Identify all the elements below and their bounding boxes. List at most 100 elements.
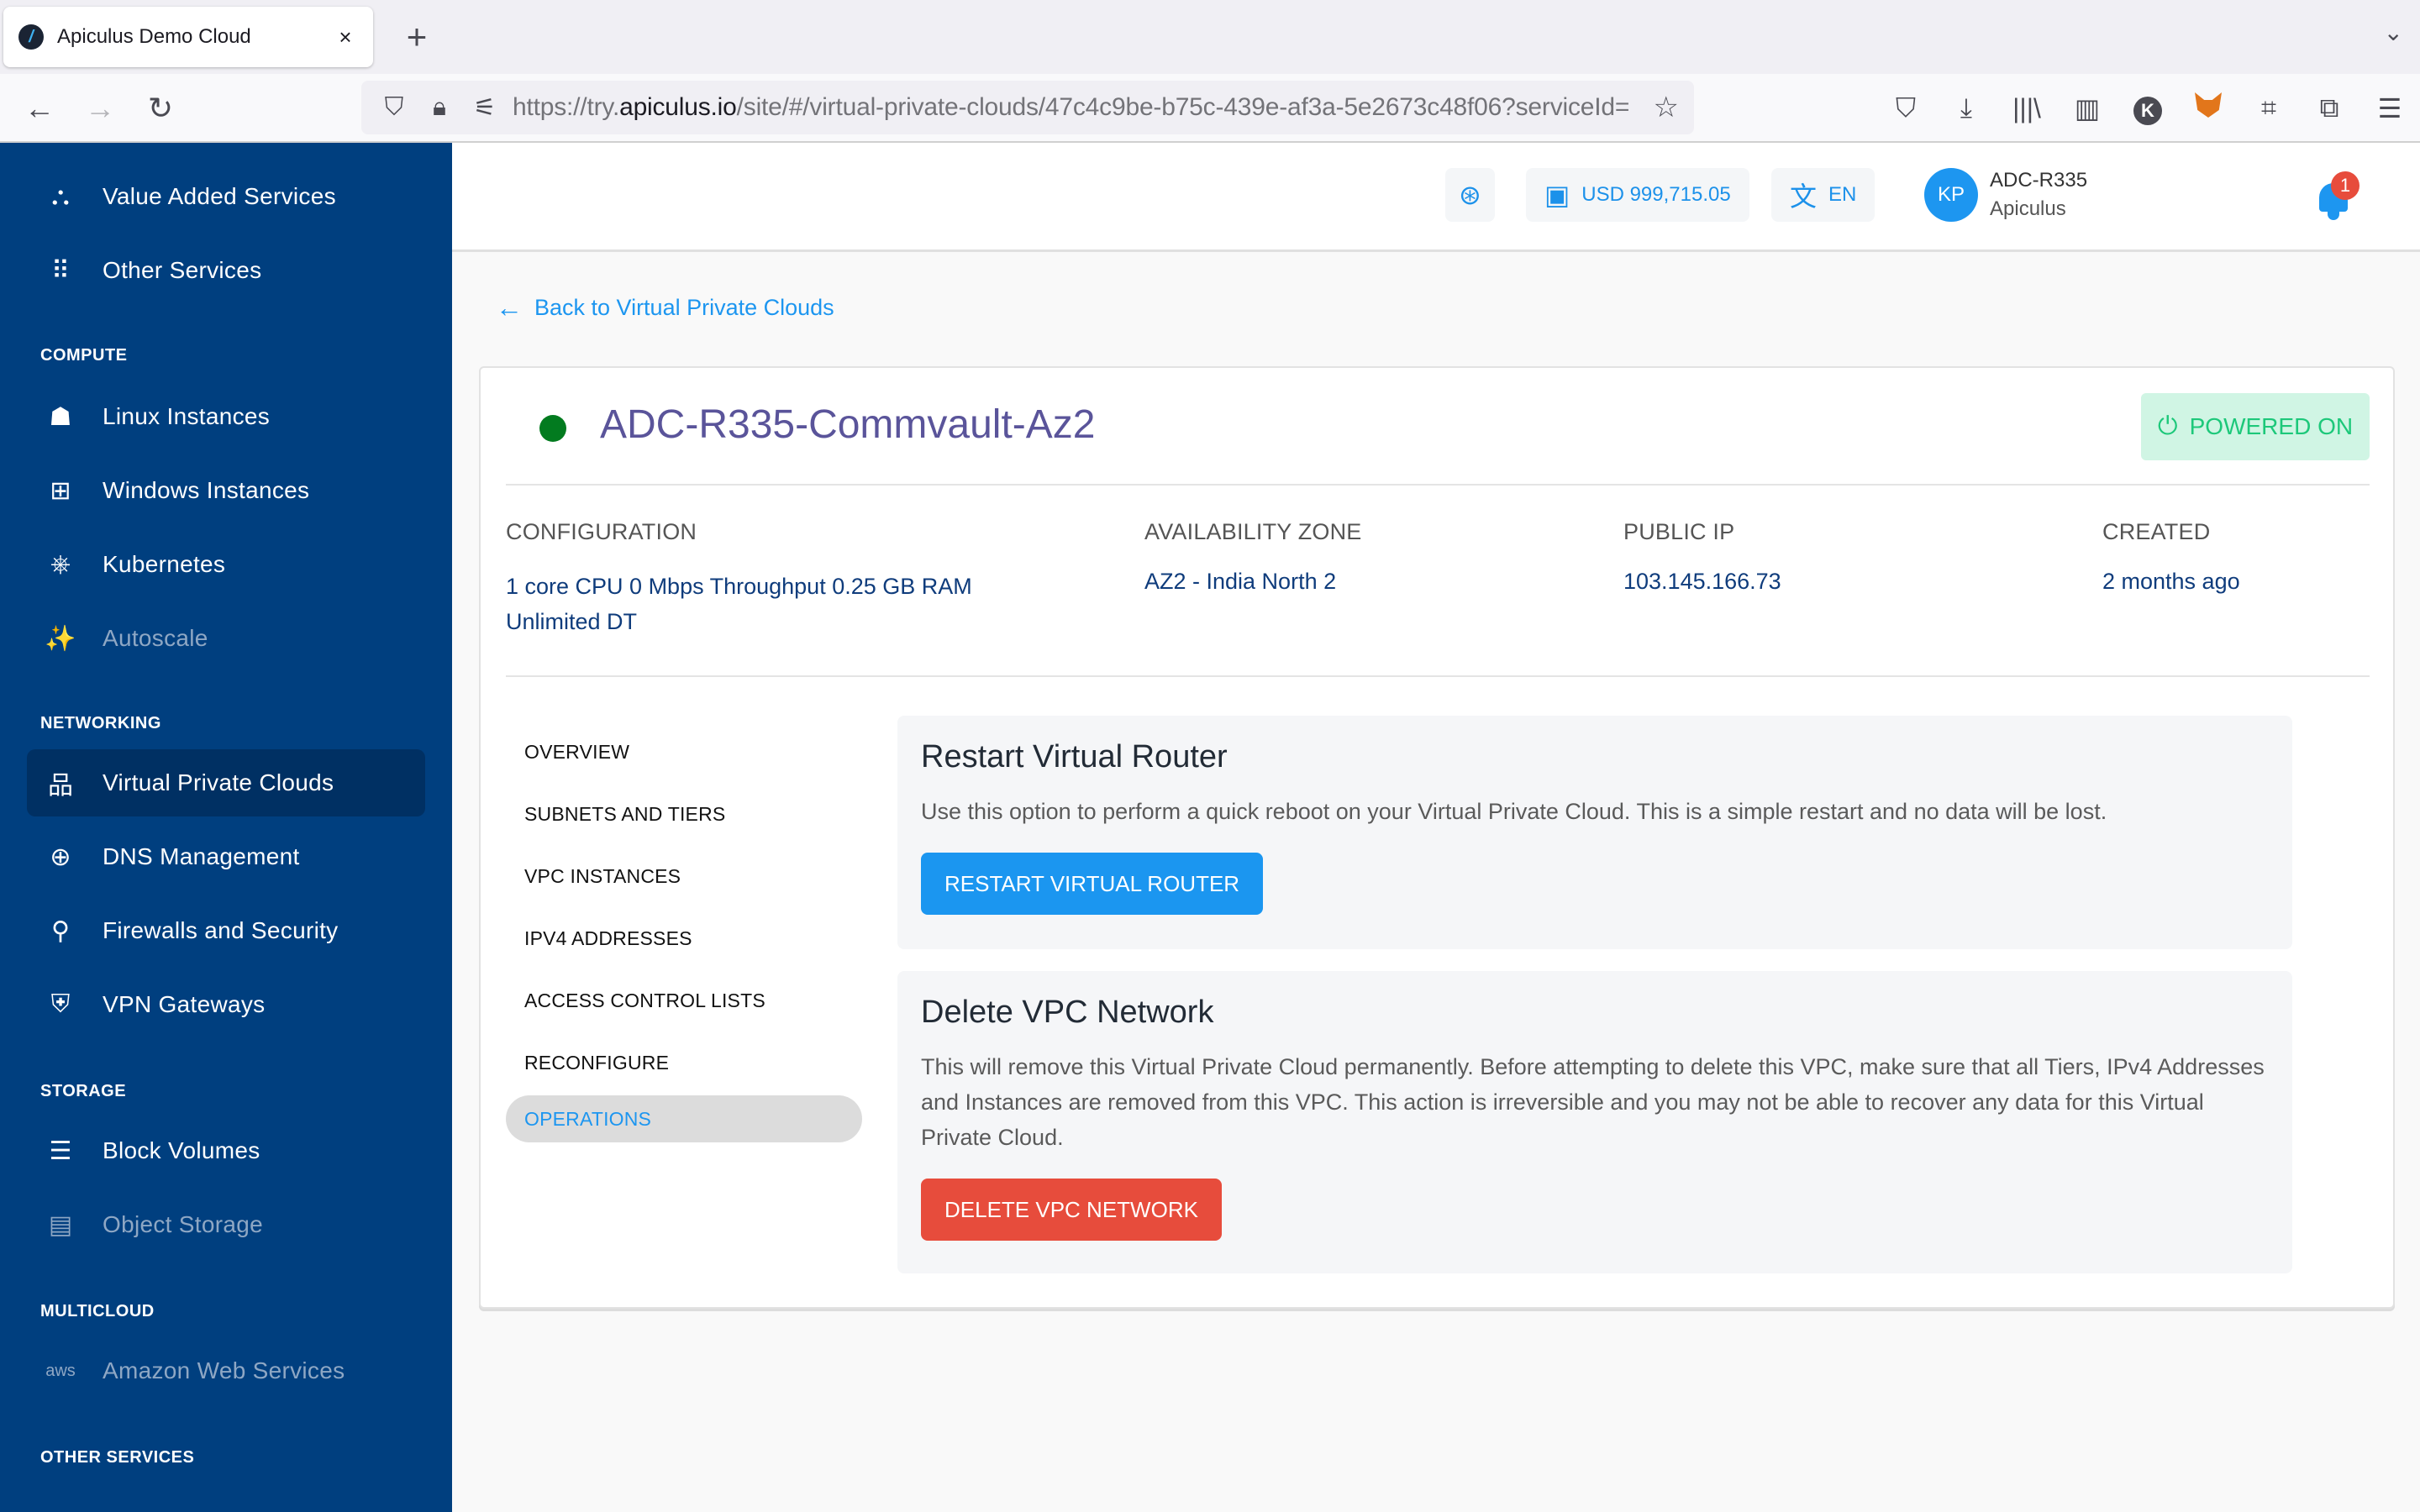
meta-value: 1 core CPU 0 Mbps Throughput 0.25 GB RAM… xyxy=(506,574,972,634)
lifebuoy-icon: ⊛ xyxy=(1459,180,1481,210)
meta-availability-zone: AVAILABILITY ZONE AZ2 - India North 2 xyxy=(1144,519,1362,599)
permissions-icon[interactable]: ⚟ xyxy=(467,93,502,123)
tab-vpc-instances[interactable]: VPC INSTANCES xyxy=(506,845,862,907)
tab-close-icon[interactable]: × xyxy=(333,24,358,50)
sidebar-item-vpn-gateways[interactable]: ⛨ VPN Gateways xyxy=(27,971,425,1038)
shield-icon: ⛨ xyxy=(50,990,71,1018)
network-icon: 品 xyxy=(48,772,73,800)
user-org: Apiculus xyxy=(1990,197,2066,220)
firewall-icon: ⚲ xyxy=(51,916,70,945)
divider xyxy=(506,484,2370,486)
top-header: ⊛ ▣ USD 999,715.05 文 EN KP ADC-R335 Apic… xyxy=(452,143,2420,252)
avatar: KP xyxy=(1924,168,1978,222)
pocket-icon[interactable]: ⛉ xyxy=(1876,92,1936,124)
power-icon: ⏻ xyxy=(2157,412,2178,440)
browser-nav-bar: ← → ↻ ⛉ 🔒︎ ⚟ https://try.apiculus.io/sit… xyxy=(0,74,2420,143)
meta-value: 2 months ago xyxy=(2102,569,2240,594)
wallet-icon: ▣ xyxy=(1544,180,1570,210)
back-icon[interactable]: ← xyxy=(20,89,59,128)
sidebar-item-block-volumes[interactable]: ☰ Block Volumes xyxy=(27,1117,425,1184)
library-icon[interactable]: |||\ xyxy=(1996,93,2057,124)
tab-ipv4-addresses[interactable]: IPV4 ADDRESSES xyxy=(506,907,862,969)
tab-overview[interactable]: OVERVIEW xyxy=(506,721,862,783)
sidebar-item-value-added-services[interactable]: ⛬ Value Added Services xyxy=(27,163,425,230)
tracking-shield-icon[interactable]: ⛉ xyxy=(376,93,412,122)
user-name: ADC-R335 xyxy=(1990,169,2088,192)
meta-configuration: CONFIGURATION 1 core CPU 0 Mbps Throughp… xyxy=(506,519,1044,639)
restart-virtual-router-button[interactable]: RESTART VIRTUAL ROUTER xyxy=(921,853,1264,915)
sidebar-item-firewalls-and-security[interactable]: ⚲ Firewalls and Security xyxy=(27,897,425,964)
k-extension-icon[interactable]: K xyxy=(2118,92,2178,125)
delete-vpc-network-button[interactable]: DELETE VPC NETWORK xyxy=(921,1179,1222,1241)
windows-icon: ⊞ xyxy=(50,476,71,505)
linux-icon: ☗ xyxy=(49,402,72,431)
metamask-icon[interactable] xyxy=(2178,92,2238,124)
back-to-vpcs-link[interactable]: ← Back to Virtual Private Clouds xyxy=(496,292,834,323)
user-menu[interactable]: KP ADC-R335 Apiculus xyxy=(1924,168,2087,222)
meta-label: PUBLIC IP xyxy=(1623,519,1735,544)
meta-label: CREATED xyxy=(2102,519,2211,544)
crop-icon[interactable]: ⌗ xyxy=(2238,92,2299,124)
apiculus-favicon-icon: / xyxy=(18,24,44,50)
meta-value: 103.145.166.73 xyxy=(1623,569,1781,594)
sidebar-item-kubernetes[interactable]: ⎈ Kubernetes xyxy=(27,531,425,598)
support-button[interactable]: ⊛ xyxy=(1445,168,1495,222)
notification-badge: 1 xyxy=(2331,171,2360,200)
storage-icon: ▤ xyxy=(48,1210,73,1239)
restart-router-title: Restart Virtual Router xyxy=(921,739,1228,774)
tab-operations[interactable]: OPERATIONS xyxy=(506,1095,862,1142)
language-button[interactable]: 文 EN xyxy=(1771,168,1876,222)
lock-icon[interactable]: 🔒︎ xyxy=(422,93,457,122)
sidebar-item-autoscale[interactable]: ✨ Autoscale xyxy=(27,605,425,672)
tab-access-control-lists[interactable]: ACCESS CONTROL LISTS xyxy=(506,969,862,1032)
arrow-left-icon: ← xyxy=(496,292,523,323)
meta-created: CREATED 2 months ago xyxy=(2102,519,2240,599)
status-dot xyxy=(539,415,566,442)
bookmark-star-icon[interactable]: ☆ xyxy=(1654,91,1679,124)
sidebar-item-windows-instances[interactable]: ⊞ Windows Instances xyxy=(27,457,425,524)
shapes-icon: ⛬ xyxy=(51,182,70,210)
tab-subnets-and-tiers[interactable]: SUBNETS AND TIERS xyxy=(506,783,862,845)
globe-icon: ⊕ xyxy=(50,843,71,871)
address-bar[interactable]: ⛉ 🔒︎ ⚟ https://try.apiculus.io/site/#/vi… xyxy=(361,81,1694,134)
browser-tab-bar: / Apiculus Demo Cloud × + ⌄ xyxy=(0,0,2420,74)
language-text: EN xyxy=(1828,183,1857,206)
server-icon: ☰ xyxy=(49,1137,72,1165)
sidebar-item-object-storage[interactable]: ▤ Object Storage xyxy=(27,1191,425,1258)
url-text[interactable]: https://try.apiculus.io/site/#/virtual-p… xyxy=(513,93,1654,122)
extensions-icon[interactable]: ⧉ xyxy=(2299,92,2360,124)
restart-router-panel: Restart Virtual Router Use this option t… xyxy=(897,716,2292,949)
toolbar-icons: ⛉ ⤓ |||\ ▥ K ⌗ ⧉ ☰ xyxy=(1876,74,2420,143)
browser-tab[interactable]: / Apiculus Demo Cloud × xyxy=(3,7,373,67)
page-title: ADC-R335-Commvault-Az2 xyxy=(600,402,1096,447)
section-compute: COMPUTE xyxy=(40,346,128,365)
divider xyxy=(506,675,2370,677)
tab-reconfigure[interactable]: RECONFIGURE xyxy=(506,1032,862,1094)
forward-icon[interactable]: → xyxy=(81,89,119,128)
delete-vpc-panel: Delete VPC Network This will remove this… xyxy=(897,971,2292,1273)
sidebar-item-virtual-private-clouds[interactable]: 品 Virtual Private Clouds xyxy=(27,749,425,816)
notifications-button[interactable]: 1 xyxy=(2309,171,2360,222)
sidebar-item-linux-instances[interactable]: ☗ Linux Instances xyxy=(27,383,425,450)
sidebar-item-amazon-web-services[interactable]: aws Amazon Web Services xyxy=(27,1337,425,1404)
wallet-balance-button[interactable]: ▣ USD 999,715.05 xyxy=(1526,168,1749,222)
delete-vpc-description: This will remove this Virtual Private Cl… xyxy=(921,1054,2265,1150)
translate-icon: 文 xyxy=(1790,181,1818,212)
sidebar-item-other-services[interactable]: ⠿ Other Services xyxy=(27,237,425,304)
sidebar-item-dns-management[interactable]: ⊕ DNS Management xyxy=(27,823,425,890)
grid-icon: ⠿ xyxy=(51,256,70,285)
sidebar-icon[interactable]: ▥ xyxy=(2057,92,2118,124)
download-icon[interactable]: ⤓ xyxy=(1936,92,1996,124)
restart-router-description: Use this option to perform a quick reboo… xyxy=(921,799,2107,824)
menu-icon[interactable]: ☰ xyxy=(2360,92,2420,124)
back-link-label: Back to Virtual Private Clouds xyxy=(534,295,834,320)
list-all-tabs-icon[interactable]: ⌄ xyxy=(2384,18,2403,46)
reload-icon[interactable]: ↻ xyxy=(141,89,180,128)
delete-vpc-title: Delete VPC Network xyxy=(921,995,1214,1030)
power-status-badge: ⏻ POWERED ON xyxy=(2141,393,2370,460)
section-multicloud: MULTICLOUD xyxy=(40,1302,155,1320)
new-tab-button[interactable]: + xyxy=(395,15,439,59)
section-other-services: OTHER SERVICES xyxy=(40,1448,195,1467)
aws-icon: aws xyxy=(45,1361,76,1380)
sidebar: ⛬ Value Added Services ⠿ Other Services … xyxy=(0,143,452,1512)
